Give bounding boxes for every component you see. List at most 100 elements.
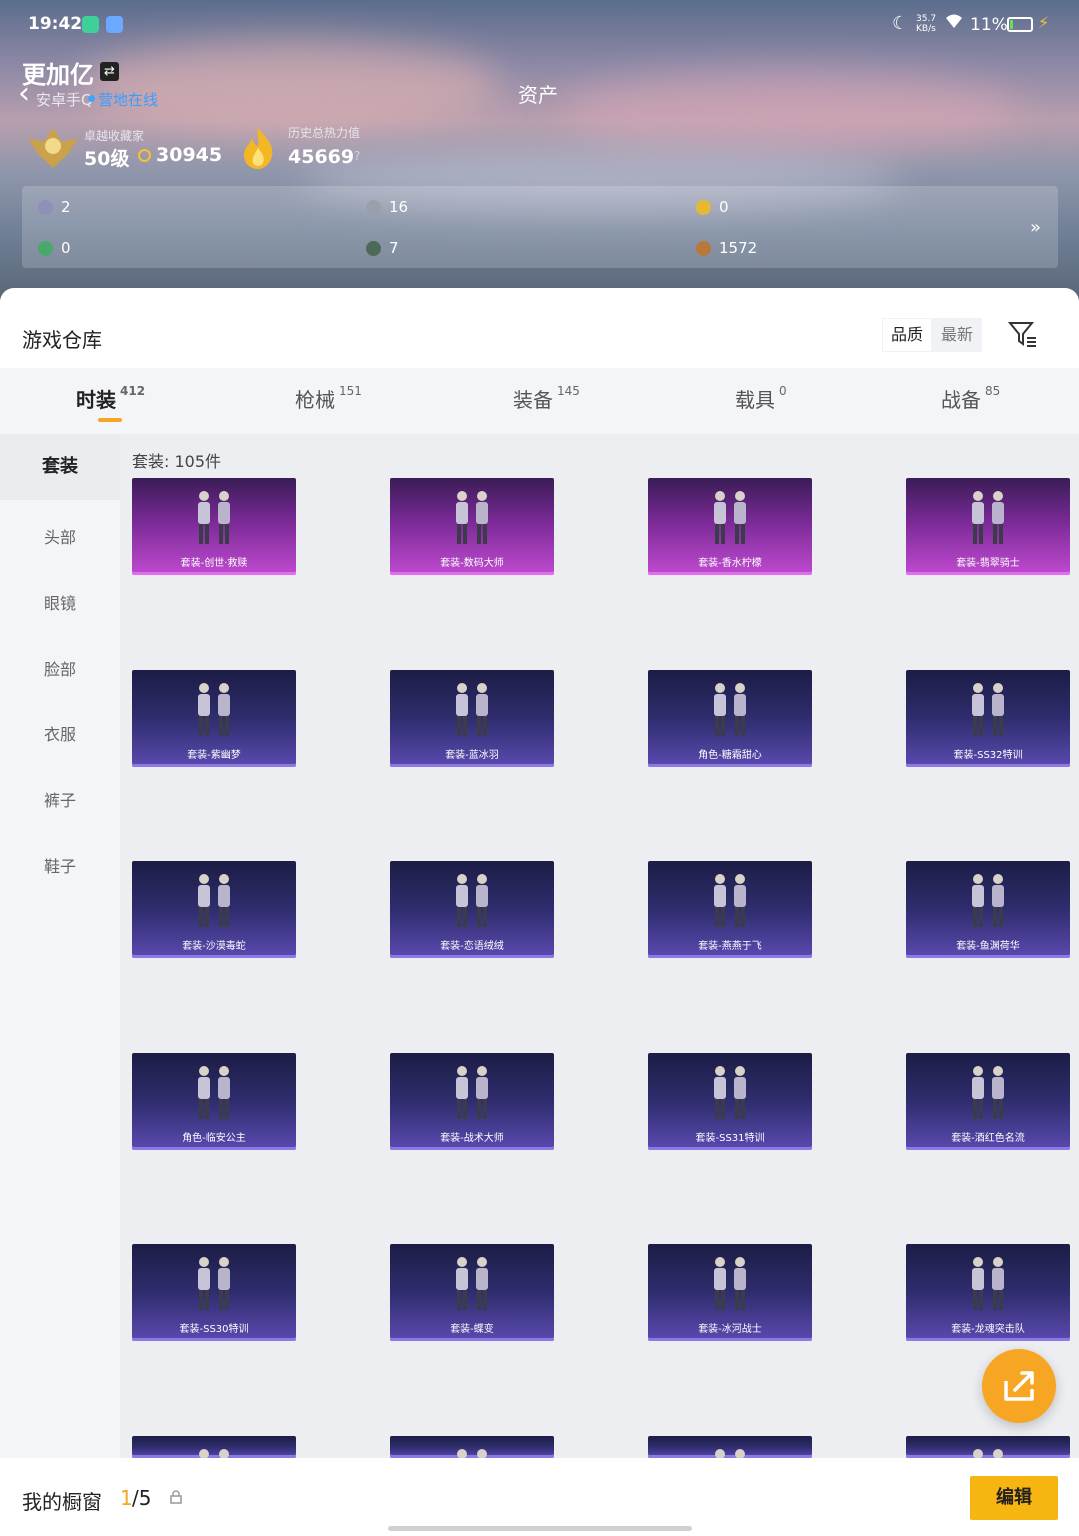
sidebar-item-sets[interactable]: 套装 xyxy=(0,434,120,500)
item-card[interactable]: 套装-SS32特训 xyxy=(906,670,1070,767)
sidebar-item-pants[interactable]: 裤子 xyxy=(0,787,120,811)
outfit-figure-icon xyxy=(714,874,746,927)
tab-equipment[interactable]: 装备 145 xyxy=(513,384,580,413)
item-card[interactable]: 套装-鱼渊荷华 xyxy=(906,861,1070,958)
item-card[interactable]: 套装-燕燕于飞 xyxy=(648,861,812,958)
outfit-figure-icon xyxy=(199,1449,229,1458)
app-notification-icon xyxy=(82,16,99,33)
outfit-figure-icon xyxy=(972,1257,1004,1310)
item-name: 套装-创世·救赎 xyxy=(180,558,248,569)
item-name: 套装-沙漠毒蛇 xyxy=(182,941,246,952)
item-name: 套装-恋语绒绒 xyxy=(440,941,504,952)
currency-value: 1572 xyxy=(719,239,758,257)
tab-vehicles[interactable]: 载具 0 xyxy=(735,384,787,413)
item-card[interactable]: 套装-紫幽梦 xyxy=(132,670,296,767)
outfit-figure-icon xyxy=(456,491,488,544)
switch-account-icon[interactable]: ⇄ xyxy=(100,62,119,81)
sidebar-item-head[interactable]: 头部 xyxy=(0,524,120,548)
item-card[interactable]: 套装-沙漠毒蛇 xyxy=(132,861,296,958)
rank-badge-icon xyxy=(28,128,78,168)
showcase-current-count: 1 xyxy=(120,1486,133,1510)
outfit-figure-icon xyxy=(456,1257,488,1310)
sidebar xyxy=(0,434,120,1458)
outfit-figure-icon xyxy=(972,1066,1004,1119)
item-card[interactable]: 套装-蓝冰羽 xyxy=(390,670,554,767)
sidebar-item-glasses[interactable]: 眼镜 xyxy=(0,590,120,614)
item-count-label: 套装: 105件 xyxy=(132,452,222,471)
item-card[interactable]: 套装-恋语绒绒 xyxy=(390,861,554,958)
item-card[interactable]: 套装-香水柠檬 xyxy=(648,478,812,575)
item-card[interactable]: 套装-龙魂突击队 xyxy=(906,1244,1070,1341)
sort-quality-button[interactable]: 品质 xyxy=(882,318,932,352)
help-icon[interactable]: ? xyxy=(354,149,360,163)
outfit-figure-icon xyxy=(198,683,230,736)
item-name: 角色-糖霜甜心 xyxy=(698,750,762,761)
outfit-figure-icon xyxy=(198,1257,230,1310)
item-card[interactable] xyxy=(906,1436,1070,1458)
item-name: 角色-临安公主 xyxy=(182,1133,246,1144)
sidebar-item-shoes[interactable]: 鞋子 xyxy=(0,853,120,877)
dark-orb-icon xyxy=(366,240,381,256)
player-level: 50级 xyxy=(84,148,130,170)
share-icon xyxy=(1004,1371,1034,1401)
heat-label: 历史总热力值 xyxy=(288,126,361,140)
item-card[interactable]: 套装-翡翠骑士 xyxy=(906,478,1070,575)
heat-value: 45669 xyxy=(288,146,355,168)
currency-value: 0 xyxy=(61,239,71,257)
item-card[interactable]: 套装-数码大师 xyxy=(390,478,554,575)
item-card[interactable] xyxy=(648,1436,812,1458)
item-card[interactable]: 套装-蝶变 xyxy=(390,1244,554,1341)
item-name: 套装-SS30特训 xyxy=(179,1324,249,1335)
home-indicator xyxy=(388,1526,692,1531)
outfit-figure-icon xyxy=(198,491,230,544)
share-button[interactable] xyxy=(982,1349,1056,1423)
currency-value: 2 xyxy=(61,198,71,216)
currency-item: 1572 xyxy=(696,239,757,257)
item-name: 套装-蓝冰羽 xyxy=(445,750,499,761)
item-card[interactable]: 套装-创世·救赎 xyxy=(132,478,296,575)
expand-arrow-icon[interactable]: » xyxy=(1030,217,1041,238)
showcase-bar xyxy=(0,1458,1079,1536)
item-card[interactable]: 套装-酒红色名流 xyxy=(906,1053,1070,1150)
item-name: 套装-蝶变 xyxy=(450,1324,494,1335)
item-name: 套装-鱼渊荷华 xyxy=(956,941,1020,952)
active-tab-indicator xyxy=(98,418,122,422)
filter-icon[interactable] xyxy=(1008,320,1038,348)
outfit-figure-icon xyxy=(456,1066,488,1119)
sidebar-item-face[interactable]: 脸部 xyxy=(0,656,120,680)
item-name: 套装-翡翠骑士 xyxy=(956,558,1020,569)
item-card[interactable] xyxy=(132,1436,296,1458)
lock-icon xyxy=(170,1490,182,1504)
outfit-figure-icon xyxy=(198,1066,230,1119)
item-card[interactable]: 套装-冰河战士 xyxy=(648,1244,812,1341)
item-card[interactable]: 套装-战术大师 xyxy=(390,1053,554,1150)
sidebar-item-clothes[interactable]: 衣服 xyxy=(0,721,120,745)
showcase-label: 我的橱窗 xyxy=(22,1490,102,1514)
outfit-figure-icon xyxy=(973,1449,1003,1458)
item-card[interactable]: 角色-糖霜甜心 xyxy=(648,670,812,767)
tab-fashion[interactable]: 时装 412 xyxy=(76,384,145,413)
tab-weapons[interactable]: 枪械 151 xyxy=(295,384,362,413)
item-card[interactable] xyxy=(390,1436,554,1458)
item-card[interactable]: 套装-SS30特训 xyxy=(132,1244,296,1341)
item-card[interactable]: 套装-SS31特训 xyxy=(648,1053,812,1150)
item-name: 套装-香水柠檬 xyxy=(698,558,762,569)
currency-item: 16 xyxy=(366,198,408,216)
edit-button[interactable]: 编辑 xyxy=(970,1476,1058,1520)
item-card[interactable]: 角色-临安公主 xyxy=(132,1053,296,1150)
item-name: 套装-酒红色名流 xyxy=(951,1133,1025,1144)
tab-supplies[interactable]: 战备 85 xyxy=(941,384,1000,413)
outfit-figure-icon xyxy=(714,491,746,544)
currency-item: 7 xyxy=(366,239,399,257)
outfit-figure-icon xyxy=(714,683,746,736)
outfit-figure-icon xyxy=(972,683,1004,736)
item-name: 套装-龙魂突击队 xyxy=(951,1324,1025,1335)
silver-coin-icon xyxy=(366,199,381,215)
coin-value: 30945 xyxy=(156,144,223,166)
currency-panel[interactable] xyxy=(22,186,1058,268)
sort-newest-button[interactable]: 最新 xyxy=(932,318,982,352)
outfit-figure-icon xyxy=(456,683,488,736)
item-name: 套装-SS31特训 xyxy=(695,1133,765,1144)
outfit-figure-icon xyxy=(714,1257,746,1310)
status-time: 19:42 xyxy=(28,14,83,34)
